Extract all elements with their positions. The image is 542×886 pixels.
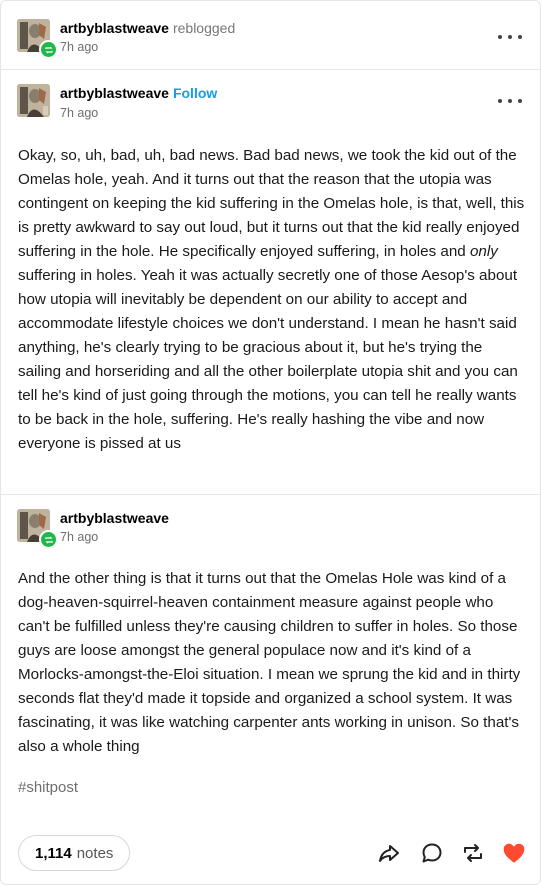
reply-icon[interactable] — [418, 839, 446, 867]
post-author-name: artbyblastweave Follow — [60, 85, 217, 101]
username[interactable]: artbyblastweave — [60, 20, 169, 36]
share-icon[interactable] — [375, 839, 403, 867]
post-text: suffering in holes. Yeah it was actually… — [18, 267, 518, 452]
reblog-header: artbyblastweave reblogged 7h ago — [1, 1, 540, 61]
more-options-icon[interactable] — [498, 29, 522, 45]
reblogger-name[interactable]: artbyblastweave reblogged — [60, 20, 235, 36]
like-icon[interactable] — [500, 839, 528, 867]
username[interactable]: artbyblastweave — [60, 510, 169, 526]
post-text: Okay, so, uh, bad, uh, bad news. Bad bad… — [18, 147, 525, 260]
post-card: artbyblastweave reblogged 7h ago artbybla… — [0, 0, 541, 885]
reblog-action-label: reblogged — [172, 20, 236, 36]
timestamp[interactable]: 7h ago — [60, 106, 98, 120]
reblog-icon[interactable] — [459, 839, 487, 867]
original-post-body: Okay, so, uh, bad, uh, bad news. Bad bad… — [18, 144, 528, 456]
reblog-post-body: And the other thing is that it turns out… — [18, 570, 521, 755]
notes-label: notes — [76, 844, 114, 862]
avatar[interactable] — [17, 84, 50, 117]
timestamp[interactable]: 7h ago — [60, 530, 98, 544]
original-post-header: artbyblastweave Follow 7h ago — [1, 69, 540, 129]
reblog-badge-icon — [39, 40, 58, 59]
follow-button[interactable]: Follow — [173, 85, 217, 101]
notes-button[interactable]: 1,114 notes — [18, 835, 131, 871]
reblog-post-header: artbyblastweave 7h ago — [1, 494, 540, 554]
username[interactable]: artbyblastweave — [60, 85, 169, 101]
post-text-emphasis: only — [469, 243, 498, 260]
notes-count: 1,114 — [35, 844, 72, 862]
timestamp[interactable]: 7h ago — [60, 40, 98, 54]
more-options-icon[interactable] — [498, 93, 522, 109]
reblog-author-name: artbyblastweave — [60, 510, 169, 526]
tag-link[interactable]: #shitpost — [18, 779, 78, 796]
reblog-badge-icon — [39, 530, 58, 549]
